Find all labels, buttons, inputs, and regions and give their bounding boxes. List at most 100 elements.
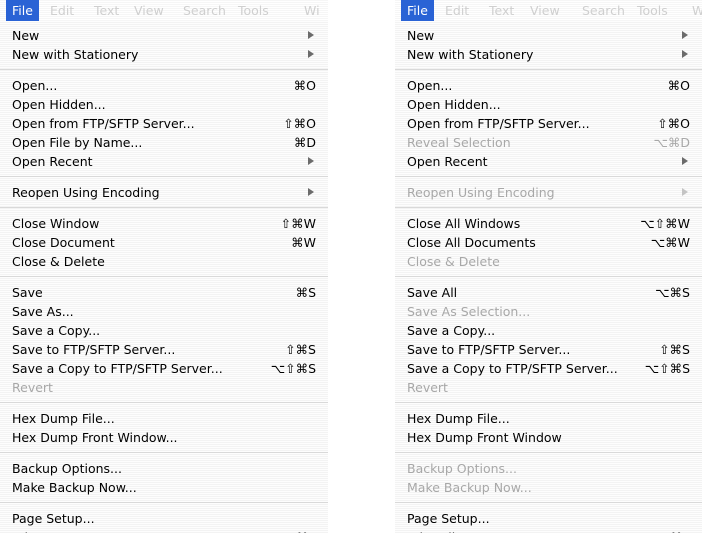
menu-item-hex-dump-file[interactable]: Hex Dump File... <box>395 409 702 428</box>
menu-item-page-setup[interactable]: Page Setup... <box>395 509 702 528</box>
menu-item-label: Page Setup... <box>407 511 490 526</box>
keyboard-shortcut: ⇧⌘O <box>283 116 316 131</box>
submenu-arrow-icon <box>682 50 688 58</box>
menu-item-close-all-windows[interactable]: Close All Windows ⌥⇧⌘W <box>395 214 702 233</box>
menu-separator <box>0 497 328 509</box>
menu-item-hex-dump-front-window[interactable]: Hex Dump Front Window <box>395 428 702 447</box>
menu-item-reopen-using-encoding[interactable]: Reopen Using Encoding <box>395 183 702 202</box>
menu-title-text[interactable]: Text <box>94 0 119 21</box>
menu-item-label: New <box>12 28 40 43</box>
menu-item-open-from-ftp-sftp-server[interactable]: Open from FTP/SFTP Server... ⇧⌘O <box>0 114 328 133</box>
keyboard-shortcut: ⌘D <box>293 135 316 150</box>
menu-item-hex-dump-front-window[interactable]: Hex Dump Front Window... <box>0 428 328 447</box>
menu-item-label: Revert <box>407 380 448 395</box>
menu-item-make-backup-now[interactable]: Make Backup Now... <box>395 478 702 497</box>
menu-item-backup-options[interactable]: Backup Options... <box>0 459 328 478</box>
menu-item-make-backup-now[interactable]: Make Backup Now... <box>0 478 328 497</box>
submenu-arrow-icon <box>682 157 688 165</box>
menu-title-w[interactable]: W <box>692 0 702 21</box>
menu-item-save[interactable]: Save ⌘S <box>0 283 328 302</box>
menu-title-edit[interactable]: Edit <box>445 0 469 21</box>
menu-separator <box>0 447 328 459</box>
menu-item-save-as[interactable]: Save As... <box>0 302 328 321</box>
menu-item-close-document[interactable]: Close Document ⌘W <box>0 233 328 252</box>
menu-item-label: Open... <box>12 78 58 93</box>
menu-title-view[interactable]: View <box>134 0 164 21</box>
menu-item-label: Open File by Name... <box>12 135 143 150</box>
file-menu-dropdown: New New with Stationery Open... ⌘O Open Hidd… <box>395 26 702 533</box>
menu-item-label: Open from FTP/SFTP Server... <box>12 116 195 131</box>
submenu-arrow-icon <box>308 50 314 58</box>
menu-title-search[interactable]: Search <box>582 0 625 21</box>
menu-item-close-delete[interactable]: Close & Delete <box>0 252 328 271</box>
menu-item-open-hidden[interactable]: Open Hidden... <box>0 95 328 114</box>
menu-item-new[interactable]: New <box>395 26 702 45</box>
menu-separator <box>395 171 702 183</box>
menu-title-tools[interactable]: Tools <box>238 0 269 21</box>
menu-item-open[interactable]: Open... ⌘O <box>0 76 328 95</box>
menu-item-new[interactable]: New <box>0 26 328 45</box>
menu-item-save-to-ftp-sftp-server[interactable]: Save to FTP/SFTP Server... ⇧⌘S <box>0 340 328 359</box>
menu-item-save-as-selection[interactable]: Save As Selection... <box>395 302 702 321</box>
keyboard-shortcut: ⌥⌘W <box>650 235 690 250</box>
menu-title-tools[interactable]: Tools <box>637 0 668 21</box>
menu-item-label: Page Setup... <box>12 511 95 526</box>
menu-item-save-a-copy[interactable]: Save a Copy... <box>395 321 702 340</box>
menu-item-revert[interactable]: Revert <box>395 378 702 397</box>
menu-separator <box>0 271 328 283</box>
menu-title-search[interactable]: Search <box>183 0 226 21</box>
menu-item-open-recent[interactable]: Open Recent <box>395 152 702 171</box>
menu-item-label: Save As Selection... <box>407 304 531 319</box>
menu-title-edit[interactable]: Edit <box>50 0 74 21</box>
menu-item-close-all-documents[interactable]: Close All Documents ⌥⌘W <box>395 233 702 252</box>
keyboard-shortcut: ⌥⌘S <box>655 285 690 300</box>
menu-item-open[interactable]: Open... ⌘O <box>395 76 702 95</box>
menu-title-wi[interactable]: Wi <box>304 0 320 21</box>
menu-item-open-recent[interactable]: Open Recent <box>0 152 328 171</box>
menu-item-close-delete[interactable]: Close & Delete <box>395 252 702 271</box>
menu-item-new-with-stationery[interactable]: New with Stationery <box>395 45 702 64</box>
menu-item-save-a-copy-to-ftp-sftp-server[interactable]: Save a Copy to FTP/SFTP Server... ⌥⇧⌘S <box>395 359 702 378</box>
menu-item-save-all[interactable]: Save All ⌥⌘S <box>395 283 702 302</box>
menu-item-label: Save a Copy... <box>407 323 496 338</box>
menu-item-label: Print... <box>12 528 53 533</box>
menu-item-label: Close & Delete <box>407 254 500 269</box>
menu-item-label: Save to FTP/SFTP Server... <box>407 342 571 357</box>
menu-item-open-file-by-name[interactable]: Open File by Name... ⌘D <box>0 133 328 152</box>
menu-item-open-from-ftp-sftp-server[interactable]: Open from FTP/SFTP Server... ⇧⌘O <box>395 114 702 133</box>
menu-title-file[interactable]: File <box>401 0 434 21</box>
menu-item-save-to-ftp-sftp-server[interactable]: Save to FTP/SFTP Server... ⇧⌘S <box>395 340 702 359</box>
menu-item-new-with-stationery[interactable]: New with Stationery <box>0 45 328 64</box>
file-menu-panel-right: File Edit Text View Search Tools W New New with… <box>395 0 702 533</box>
menu-item-reopen-using-encoding[interactable]: Reopen Using Encoding <box>0 183 328 202</box>
menu-item-label: Close & Delete <box>12 254 105 269</box>
submenu-arrow-icon <box>308 157 314 165</box>
submenu-arrow-icon <box>308 188 314 196</box>
menu-title-text[interactable]: Text <box>489 0 514 21</box>
menu-item-reveal-selection[interactable]: Reveal Selection ⌥⌘D <box>395 133 702 152</box>
menu-separator <box>395 497 702 509</box>
menu-item-label: New <box>407 28 435 43</box>
menu-item-print[interactable]: Print... ⌘P <box>0 528 328 533</box>
menu-bar: File Edit Text View Search Tools W <box>395 0 702 21</box>
menu-item-label: Backup Options... <box>12 461 122 476</box>
menu-item-close-window[interactable]: Close Window ⇧⌘W <box>0 214 328 233</box>
menu-item-open-hidden[interactable]: Open Hidden... <box>395 95 702 114</box>
menu-item-page-setup[interactable]: Page Setup... <box>0 509 328 528</box>
menu-separator <box>395 271 702 283</box>
menu-item-label: Open Hidden... <box>407 97 501 112</box>
menu-item-revert[interactable]: Revert <box>0 378 328 397</box>
menu-item-save-a-copy[interactable]: Save a Copy... <box>0 321 328 340</box>
menu-item-label: Open from FTP/SFTP Server... <box>407 116 590 131</box>
menu-item-label: Hex Dump Front Window... <box>12 430 178 445</box>
menu-item-hex-dump-file[interactable]: Hex Dump File... <box>0 409 328 428</box>
menu-separator <box>395 397 702 409</box>
menu-title-file[interactable]: File <box>6 0 39 21</box>
menu-item-backup-options[interactable]: Backup Options... <box>395 459 702 478</box>
menu-item-save-a-copy-to-ftp-sftp-server[interactable]: Save a Copy to FTP/SFTP Server... ⌥⇧⌘S <box>0 359 328 378</box>
keyboard-shortcut: ⌥⇧⌘S <box>644 361 690 376</box>
menu-item-label: Reveal Selection <box>407 135 511 150</box>
menu-title-view[interactable]: View <box>530 0 560 21</box>
keyboard-shortcut: ⌥⇧⌘S <box>270 361 316 376</box>
menu-item-print-all[interactable]: Print All ⌥⌘P <box>395 528 702 533</box>
